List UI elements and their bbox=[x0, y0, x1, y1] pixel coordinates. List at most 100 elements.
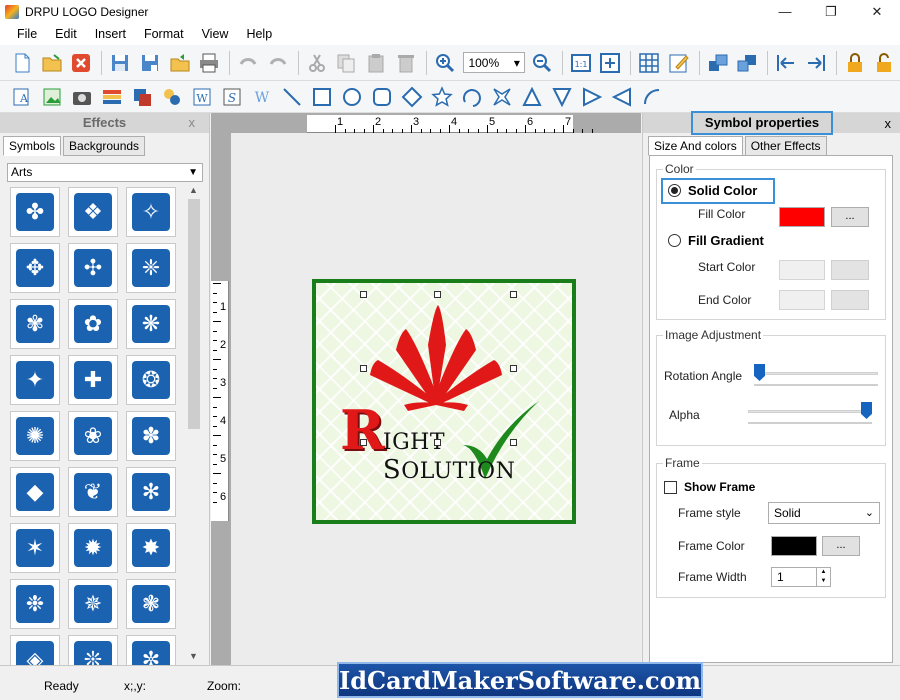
symbol-thumbnail[interactable]: ❂ bbox=[126, 355, 176, 405]
scroll-up-icon[interactable]: ▲ bbox=[189, 185, 198, 195]
symbol-scrollbar[interactable]: ▲ ▼ bbox=[186, 185, 202, 663]
symbol-thumbnail[interactable]: ✹ bbox=[68, 523, 118, 573]
selection-handle-bm[interactable] bbox=[434, 439, 441, 446]
end-color-swatch[interactable] bbox=[779, 290, 825, 310]
actual-size-icon[interactable]: 1:1 bbox=[567, 49, 595, 77]
symbol-thumbnail[interactable]: ✣ bbox=[68, 243, 118, 293]
show-frame-checkbox[interactable]: Show Frame bbox=[664, 480, 755, 494]
zoom-in-icon[interactable] bbox=[431, 49, 459, 77]
solid-color-radio[interactable]: Solid Color bbox=[668, 183, 757, 198]
symbol-thumbnail[interactable]: ❃ bbox=[126, 579, 176, 629]
cut-icon[interactable] bbox=[303, 49, 331, 77]
burst-tool-icon[interactable] bbox=[488, 83, 516, 111]
scrollbar-thumb[interactable] bbox=[188, 199, 200, 429]
triangle-down-tool-icon[interactable] bbox=[548, 83, 576, 111]
diamond-tool-icon[interactable] bbox=[398, 83, 426, 111]
tab-backgrounds[interactable]: Backgrounds bbox=[63, 136, 146, 156]
signature-icon[interactable]: S bbox=[218, 83, 246, 111]
effects-panel-close-button[interactable]: x bbox=[189, 113, 196, 133]
symbol-thumbnail[interactable]: ✧ bbox=[126, 187, 176, 237]
triangle-right-tool-icon[interactable] bbox=[578, 83, 606, 111]
symbol-thumbnail[interactable]: ✵ bbox=[68, 579, 118, 629]
menu-help[interactable]: Help bbox=[237, 27, 281, 41]
rectangle-tool-icon[interactable] bbox=[308, 83, 336, 111]
symbol-category-select[interactable]: Arts ▼ bbox=[7, 163, 203, 182]
send-back-icon[interactable] bbox=[733, 49, 761, 77]
menu-insert[interactable]: Insert bbox=[86, 27, 135, 41]
selection-handle-tm[interactable] bbox=[434, 291, 441, 298]
watermark-icon[interactable]: W bbox=[248, 83, 276, 111]
camera-icon[interactable] bbox=[68, 83, 96, 111]
selection-handle-br[interactable] bbox=[510, 439, 517, 446]
end-color-picker-button[interactable] bbox=[831, 290, 869, 310]
alpha-slider-knob[interactable] bbox=[861, 402, 872, 419]
minimize-button[interactable]: — bbox=[762, 0, 808, 23]
ellipse-tool-icon[interactable] bbox=[338, 83, 366, 111]
selection-handle-tl[interactable] bbox=[360, 291, 367, 298]
paste-icon[interactable] bbox=[362, 49, 390, 77]
library-icon[interactable] bbox=[98, 83, 126, 111]
fit-page-icon[interactable] bbox=[596, 49, 624, 77]
properties-panel-close-button[interactable]: x bbox=[885, 116, 892, 131]
menu-edit[interactable]: Edit bbox=[46, 27, 86, 41]
fill-color-picker-button[interactable]: ... bbox=[831, 207, 869, 227]
export-icon[interactable] bbox=[166, 49, 194, 77]
save-icon[interactable] bbox=[106, 49, 134, 77]
unlock-icon[interactable] bbox=[870, 49, 898, 77]
restore-button[interactable]: ❐ bbox=[808, 0, 854, 23]
frame-color-picker-button[interactable]: ... bbox=[822, 536, 860, 556]
rotation-angle-slider[interactable] bbox=[754, 362, 878, 386]
selection-handle-mr[interactable] bbox=[510, 365, 517, 372]
delete-icon[interactable] bbox=[392, 49, 420, 77]
logo-design[interactable]: R IGHT SOLUTION bbox=[312, 279, 576, 524]
fill-color-swatch[interactable] bbox=[779, 207, 825, 227]
arc-tool-icon[interactable] bbox=[458, 83, 486, 111]
grid-icon[interactable] bbox=[635, 49, 663, 77]
shapes-library-icon[interactable] bbox=[128, 83, 156, 111]
lock-icon[interactable] bbox=[841, 49, 869, 77]
stepper-arrows-icon[interactable]: ▲ ▼ bbox=[816, 568, 830, 586]
text-tool-icon[interactable]: A bbox=[8, 83, 36, 111]
line-tool-icon[interactable] bbox=[278, 83, 306, 111]
alpha-slider[interactable] bbox=[748, 400, 872, 424]
triangle-up-tool-icon[interactable] bbox=[518, 83, 546, 111]
start-color-swatch[interactable] bbox=[779, 260, 825, 280]
edit-properties-icon[interactable] bbox=[665, 49, 693, 77]
selection-handle-ml[interactable] bbox=[360, 365, 367, 372]
symbol-thumbnail[interactable]: ❀ bbox=[68, 411, 118, 461]
symbol-thumbnail[interactable]: ✻ bbox=[126, 467, 176, 517]
symbol-thumbnail[interactable]: ◆ bbox=[10, 467, 60, 517]
menu-format[interactable]: Format bbox=[135, 27, 193, 41]
wordart-icon[interactable]: W bbox=[188, 83, 216, 111]
symbol-thumbnail[interactable]: ✸ bbox=[126, 523, 176, 573]
symbol-thumbnail[interactable]: ✚ bbox=[68, 355, 118, 405]
symbol-thumbnail[interactable]: ❋ bbox=[126, 299, 176, 349]
frame-width-stepper[interactable]: 1 ▲ ▼ bbox=[771, 567, 831, 587]
symbol-thumbnail[interactable]: ❈ bbox=[126, 243, 176, 293]
star-tool-icon[interactable] bbox=[428, 83, 456, 111]
selection-handle-tr[interactable] bbox=[510, 291, 517, 298]
start-color-picker-button[interactable] bbox=[831, 260, 869, 280]
symbol-thumbnail[interactable]: ✽ bbox=[126, 411, 176, 461]
close-file-icon[interactable] bbox=[68, 49, 96, 77]
tab-symbols[interactable]: Symbols bbox=[3, 136, 62, 156]
tab-other-effects[interactable]: Other Effects bbox=[744, 136, 827, 156]
open-folder-icon[interactable] bbox=[38, 49, 66, 77]
selection-handle-bl[interactable] bbox=[360, 439, 367, 446]
symbol-thumbnail[interactable]: ❉ bbox=[10, 579, 60, 629]
symbol-thumbnail[interactable]: ✤ bbox=[10, 187, 60, 237]
zoom-out-icon[interactable] bbox=[528, 49, 556, 77]
menu-view[interactable]: View bbox=[193, 27, 238, 41]
align-right-icon[interactable] bbox=[802, 49, 830, 77]
clipart-icon[interactable] bbox=[158, 83, 186, 111]
copy-icon[interactable] bbox=[332, 49, 360, 77]
save-as-icon[interactable] bbox=[136, 49, 164, 77]
rounded-rect-tool-icon[interactable] bbox=[368, 83, 396, 111]
fill-gradient-radio[interactable]: Fill Gradient bbox=[668, 233, 764, 248]
symbol-thumbnail[interactable]: ✿ bbox=[68, 299, 118, 349]
tab-size-and-colors[interactable]: Size And colors bbox=[648, 136, 743, 156]
menu-file[interactable]: File bbox=[8, 27, 46, 41]
bring-front-icon[interactable] bbox=[704, 49, 732, 77]
close-button[interactable]: ✕ bbox=[854, 0, 900, 23]
curve-tool-icon[interactable] bbox=[638, 83, 666, 111]
